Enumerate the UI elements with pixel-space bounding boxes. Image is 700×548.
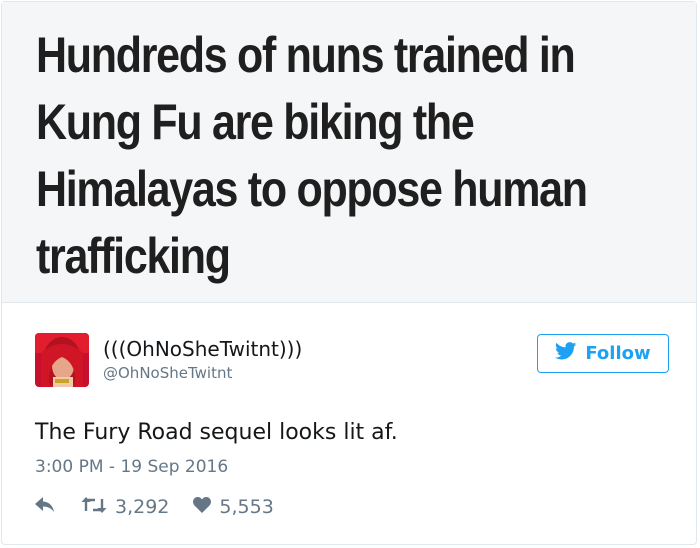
tweet-text: The Fury Road sequel looks lit af. — [35, 420, 398, 445]
like-button[interactable]: 5,553 — [193, 496, 274, 518]
tweet-card: Hundreds of nuns trained in Kung Fu are … — [1, 1, 697, 545]
follow-button[interactable]: Follow — [537, 334, 669, 373]
headline-text: Hundreds of nuns trained in Kung Fu are … — [36, 27, 588, 284]
headline-image: Hundreds of nuns trained in Kung Fu are … — [2, 2, 696, 303]
avatar-image — [35, 333, 89, 387]
retweet-button[interactable]: 3,292 — [81, 496, 169, 519]
tweet-actions: 3,292 5,553 — [35, 494, 274, 520]
like-count: 5,553 — [219, 496, 274, 518]
avatar[interactable] — [35, 333, 89, 387]
twitter-bird-icon — [555, 342, 577, 365]
user-handle[interactable]: @OhNoSheTwitnt — [103, 364, 232, 382]
reply-button[interactable] — [35, 496, 55, 518]
reply-icon — [35, 496, 55, 518]
retweet-count: 3,292 — [115, 496, 170, 518]
heart-icon — [193, 496, 212, 518]
tweet-timestamp[interactable]: 3:00 PM - 19 Sep 2016 — [35, 457, 228, 477]
follow-label: Follow — [585, 343, 651, 364]
display-name[interactable]: (((OhNoSheTwitnt))) — [103, 337, 302, 361]
retweet-icon — [81, 496, 107, 519]
